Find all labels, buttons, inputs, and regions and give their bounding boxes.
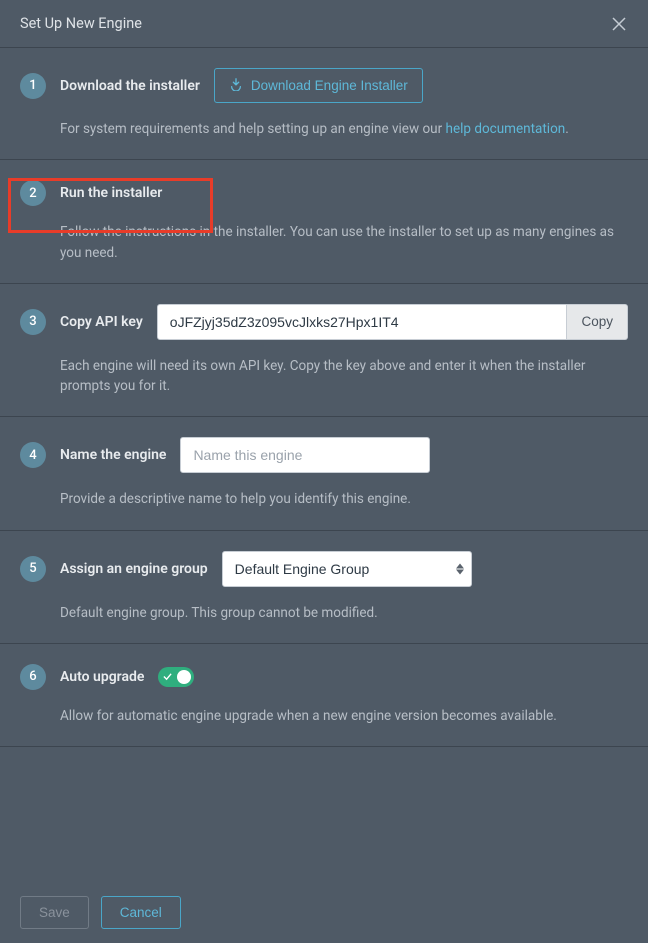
auto-upgrade-toggle[interactable] xyxy=(158,667,194,687)
copy-button[interactable]: Copy xyxy=(567,304,628,340)
api-key-input[interactable] xyxy=(157,304,568,340)
step-number-badge: 1 xyxy=(20,73,46,99)
step-number-badge: 5 xyxy=(20,556,46,582)
step-auto-upgrade: 6 Auto upgrade Allow for automatic engin… xyxy=(0,643,648,747)
dialog-title: Set Up New Engine xyxy=(20,15,142,32)
dialog-header: Set Up New Engine xyxy=(0,0,648,47)
step-title: Run the installer xyxy=(60,185,162,201)
engine-name-input[interactable] xyxy=(180,437,430,473)
step-title: Auto upgrade xyxy=(60,669,144,685)
cancel-button[interactable]: Cancel xyxy=(101,896,181,929)
download-installer-button[interactable]: Download Engine Installer xyxy=(214,68,423,103)
steps-container: 1 Download the installer Download Engine… xyxy=(0,47,648,747)
step-description: Default engine group. This group cannot … xyxy=(60,603,628,623)
engine-group-select-wrap: Default Engine Group xyxy=(222,551,472,587)
close-icon[interactable] xyxy=(610,15,628,33)
step-download-installer: 1 Download the installer Download Engine… xyxy=(0,47,648,159)
step-title: Download the installer xyxy=(60,78,200,94)
engine-group-select[interactable]: Default Engine Group xyxy=(222,551,472,587)
step-assign-engine-group: 5 Assign an engine group Default Engine … xyxy=(0,530,648,643)
step-description: Follow the instructions in the installer… xyxy=(60,222,628,263)
step-description: Provide a descriptive name to help you i… xyxy=(60,489,628,509)
step-description: Each engine will need its own API key. C… xyxy=(60,356,628,397)
step-number-badge: 4 xyxy=(20,442,46,468)
save-button[interactable]: Save xyxy=(20,896,89,929)
download-icon xyxy=(229,77,243,94)
step-title: Assign an engine group xyxy=(60,561,208,577)
step-name-engine: 4 Name the engine Provide a descriptive … xyxy=(0,416,648,529)
step-number-badge: 6 xyxy=(20,664,46,690)
dialog-footer: Save Cancel xyxy=(0,882,648,943)
step-run-installer: 2 Run the installer Follow the instructi… xyxy=(0,159,648,283)
check-icon xyxy=(163,672,172,681)
step-title: Copy API key xyxy=(60,314,143,330)
step-number-badge: 2 xyxy=(20,180,46,206)
step-title: Name the engine xyxy=(60,447,166,463)
download-button-label: Download Engine Installer xyxy=(251,78,408,93)
step-description: Allow for automatic engine upgrade when … xyxy=(60,706,628,726)
toggle-knob xyxy=(177,670,191,684)
step-number-badge: 3 xyxy=(20,309,46,335)
step-description: For system requirements and help setting… xyxy=(60,119,628,139)
help-documentation-link[interactable]: help documentation xyxy=(446,121,566,137)
step-copy-api-key: 3 Copy API key Copy Each engine will nee… xyxy=(0,283,648,417)
